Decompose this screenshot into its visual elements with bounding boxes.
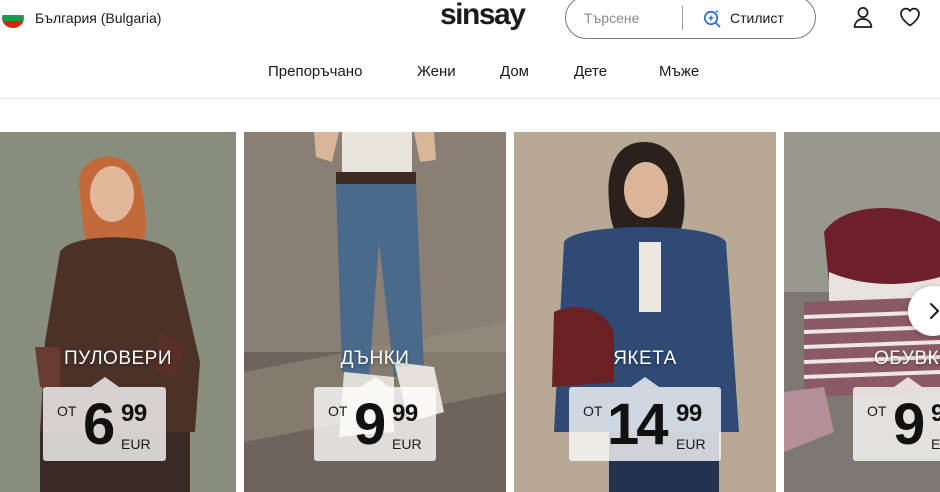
category-title: ЯКЕТА xyxy=(613,348,677,369)
account-button[interactable] xyxy=(850,4,876,30)
price-main: 9 xyxy=(354,392,386,457)
price-tag-notch xyxy=(631,377,659,387)
price-from-label: ОТ xyxy=(867,403,887,419)
category-carousel: ПУЛОВЕРИ ОТ 6 99 EUR ДЪНКИ ОТ 9 99 EUR Я… xyxy=(0,132,940,492)
price-from-label: ОТ xyxy=(328,403,348,419)
header-divider xyxy=(0,98,940,99)
category-title: ПУЛОВЕРИ xyxy=(63,348,173,369)
category-card-sweaters[interactable]: ПУЛОВЕРИ ОТ 6 99 EUR xyxy=(0,132,236,492)
nav-item-home[interactable]: Дом xyxy=(500,63,529,80)
price-currency: EUR xyxy=(392,436,422,452)
price-tag: ОТ 9 99 EUR xyxy=(853,377,940,461)
category-card-jeans[interactable]: ДЪНКИ ОТ 9 99 EUR xyxy=(244,132,506,492)
price-tag-notch xyxy=(361,377,389,387)
price-tag-notch xyxy=(894,377,922,387)
price-currency: EUR xyxy=(676,436,706,452)
price-cents: 99 xyxy=(931,400,940,427)
country-selector[interactable]: България (Bulgaria) xyxy=(2,8,161,28)
country-label: България (Bulgaria) xyxy=(35,10,162,26)
price-currency: EUR xyxy=(121,436,151,452)
sinsay-logo[interactable]: sinsay xyxy=(440,0,526,32)
price-cents: 99 xyxy=(121,400,147,427)
stylist-label: Стилист xyxy=(730,10,784,26)
category-title: ДЪНКИ xyxy=(340,348,410,369)
category-title: ОБУВКИ xyxy=(874,348,940,369)
price-tag: ОТ 9 99 EUR xyxy=(314,377,436,461)
chevron-right-icon xyxy=(930,303,939,319)
price-tag: ОТ 14 99 EUR xyxy=(569,377,721,461)
nav-item-men[interactable]: Мъже xyxy=(659,63,699,80)
price-main: 14 xyxy=(607,392,668,457)
heart-icon xyxy=(900,7,920,27)
flag-bulgaria-icon xyxy=(2,8,24,28)
nav-item-women[interactable]: Жени xyxy=(417,63,456,80)
price-cents: 99 xyxy=(392,400,418,427)
price-main: 9 xyxy=(893,392,925,457)
nav-item-kids[interactable]: Дете xyxy=(574,63,607,80)
price-main: 6 xyxy=(83,392,115,457)
price-tag: ОТ 6 99 EUR xyxy=(43,377,166,461)
price-from-label: ОТ xyxy=(57,403,77,419)
user-icon xyxy=(853,7,873,28)
site-header: България (Bulgaria) sinsay Стилист Препо… xyxy=(0,0,940,99)
search-divider xyxy=(682,6,683,30)
wishlist-button[interactable] xyxy=(897,4,923,30)
price-from-label: ОТ xyxy=(583,403,603,419)
nav-item-recommended[interactable]: Препоръчано xyxy=(268,63,362,80)
main-navigation: Препоръчано Жени Дом Дете Мъже xyxy=(0,63,940,87)
price-tag-notch xyxy=(90,377,119,387)
sparkle-search-icon xyxy=(703,9,721,28)
category-card-jackets[interactable]: ЯКЕТА ОТ 14 99 EUR xyxy=(514,132,776,492)
price-cents: 99 xyxy=(676,400,702,427)
search-bar: Стилист xyxy=(565,0,816,39)
search-input[interactable] xyxy=(584,7,684,29)
price-currency: EUR xyxy=(931,436,940,452)
stylist-button[interactable]: Стилист xyxy=(702,5,784,31)
